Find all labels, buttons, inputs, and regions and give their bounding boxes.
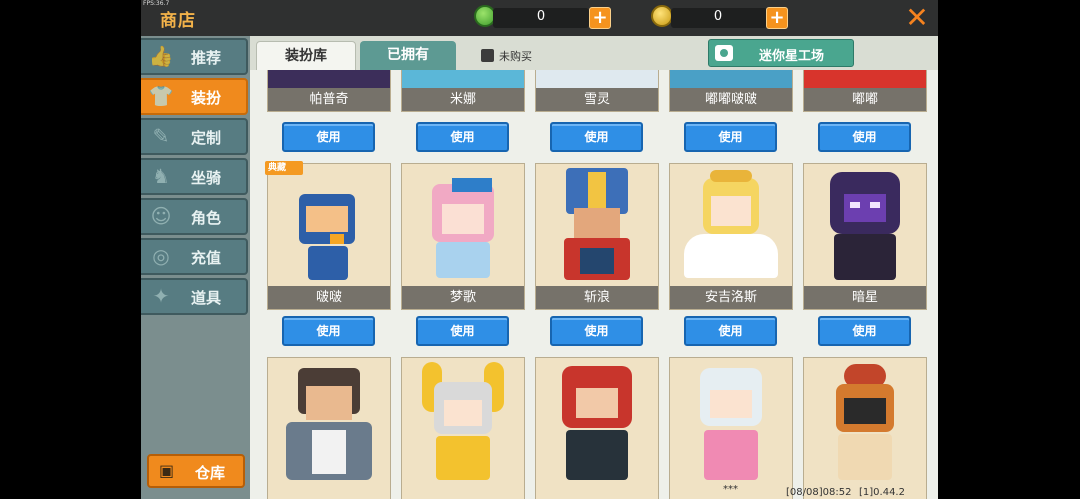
sidebar-item-label: 推荐 bbox=[191, 49, 222, 67]
camera-icon bbox=[715, 45, 733, 61]
mini-bean-add-button[interactable]: + bbox=[589, 7, 611, 29]
outfit-preview bbox=[536, 164, 658, 286]
sidebar-item-props[interactable]: ✦ 道具 bbox=[141, 278, 248, 315]
outfit-preview bbox=[670, 358, 792, 480]
outfit-card[interactable]: 典藏 啵啵 bbox=[265, 161, 391, 310]
outfit-card[interactable] bbox=[401, 357, 525, 499]
use-button[interactable]: 使用 bbox=[282, 122, 375, 152]
use-button[interactable]: 使用 bbox=[550, 316, 643, 346]
mini-workshop-label: 迷你星工场 bbox=[759, 49, 825, 64]
outfit-grid: 帕普奇 米娜 雪灵 嘟嘟啵啵 嘟嘟 使用 使用 使用 使用 使用 典藏 啵啵 梦… bbox=[250, 70, 938, 499]
outfit-name: 嘟嘟啵啵 bbox=[670, 88, 792, 111]
outfit-preview bbox=[670, 70, 792, 88]
outfit-card[interactable] bbox=[669, 357, 793, 499]
sidebar-item-label: 定制 bbox=[191, 129, 222, 147]
outfit-name: 斩浪 bbox=[536, 286, 658, 309]
tab-bar: 装扮库 已拥有 未购买 迷你星工场 bbox=[250, 36, 938, 70]
collection-badge: 典藏 bbox=[265, 161, 303, 175]
close-button[interactable]: ✕ bbox=[901, 2, 933, 34]
pencil-icon: ✎ bbox=[152, 124, 170, 148]
outfit-card[interactable] bbox=[803, 357, 927, 499]
footer-dots: *** bbox=[723, 484, 738, 495]
use-button[interactable]: 使用 bbox=[416, 316, 509, 346]
left-letterbox bbox=[0, 0, 141, 499]
outfit-card[interactable]: 嘟嘟 bbox=[803, 70, 927, 112]
sidebar-item-label: 坐骑 bbox=[191, 169, 222, 187]
outfit-name: 暗星 bbox=[804, 286, 926, 309]
outfit-card[interactable]: 斩浪 bbox=[535, 163, 659, 310]
sidebar-item-label: 装扮 bbox=[191, 89, 222, 107]
outfit-preview bbox=[804, 358, 926, 480]
outfit-card[interactable]: 米娜 bbox=[401, 70, 525, 112]
outfit-preview bbox=[268, 358, 390, 480]
shirt-icon: 👕 bbox=[148, 84, 174, 108]
mini-coin-icon bbox=[651, 5, 673, 27]
use-button[interactable]: 使用 bbox=[282, 316, 375, 346]
outfit-preview bbox=[804, 70, 926, 88]
outfit-preview bbox=[536, 70, 658, 88]
top-bar: FPS:36.7 商店 0 + 0 + ✕ bbox=[141, 0, 938, 36]
coins-icon: ◎ bbox=[152, 244, 170, 268]
use-button[interactable]: 使用 bbox=[684, 122, 777, 152]
sidebar-item-label: 角色 bbox=[191, 209, 222, 227]
outfit-card[interactable] bbox=[535, 357, 659, 499]
unbought-label: 未购买 bbox=[499, 50, 532, 63]
right-letterbox bbox=[938, 0, 1080, 499]
outfit-card[interactable]: 梦歌 bbox=[401, 163, 525, 310]
thumb-icon: 👍 bbox=[148, 44, 174, 68]
use-button[interactable]: 使用 bbox=[550, 122, 643, 152]
category-sidebar: 👍 推荐 👕 装扮 ✎ 定制 ♞ 坐骑 ☺ 角色 ◎ 充值 ✦ 道具 ▣ 仓库 bbox=[141, 36, 250, 499]
sidebar-item-label: 道具 bbox=[191, 289, 222, 307]
warehouse-button[interactable]: ▣ 仓库 bbox=[147, 454, 245, 488]
outfit-preview bbox=[268, 164, 390, 286]
sidebar-item-custom[interactable]: ✎ 定制 bbox=[141, 118, 248, 155]
mini-workshop-button[interactable]: 迷你星工场 bbox=[708, 39, 854, 67]
outfit-card[interactable]: 嘟嘟啵啵 bbox=[669, 70, 793, 112]
outfit-name: 雪灵 bbox=[536, 88, 658, 111]
mini-coin-balance: 0 bbox=[713, 9, 723, 24]
sidebar-item-character[interactable]: ☺ 角色 bbox=[141, 198, 248, 235]
outfit-card[interactable]: 暗星 bbox=[803, 163, 927, 310]
mini-bean-balance: 0 bbox=[536, 9, 546, 24]
use-button[interactable]: 使用 bbox=[416, 122, 509, 152]
outfit-card[interactable]: 帕普奇 bbox=[267, 70, 391, 112]
outfit-name: 啵啵 bbox=[268, 286, 390, 309]
outfit-preview bbox=[670, 164, 792, 286]
outfit-name: 米娜 bbox=[402, 88, 524, 111]
sidebar-item-recommend[interactable]: 👍 推荐 bbox=[141, 38, 248, 75]
use-button[interactable]: 使用 bbox=[818, 122, 911, 152]
person-icon: ☺ bbox=[150, 204, 172, 228]
tools-icon: ✦ bbox=[152, 284, 170, 308]
outfit-name: 梦歌 bbox=[402, 286, 524, 309]
shop-window: FPS:36.7 商店 0 + 0 + ✕ 👍 推荐 👕 装扮 ✎ 定制 ♞ 坐… bbox=[141, 0, 938, 499]
tab-wardrobe[interactable]: 装扮库 bbox=[256, 41, 356, 70]
use-button[interactable]: 使用 bbox=[684, 316, 777, 346]
outfit-preview bbox=[536, 358, 658, 480]
chest-icon: ▣ bbox=[159, 461, 175, 480]
outfit-preview bbox=[402, 164, 524, 286]
sidebar-item-outfit[interactable]: 👕 装扮 bbox=[141, 78, 248, 115]
sidebar-item-label: 充值 bbox=[191, 249, 222, 267]
footer-version: [1]0.44.2 bbox=[859, 487, 905, 498]
warehouse-label: 仓库 bbox=[195, 464, 226, 482]
use-button[interactable]: 使用 bbox=[818, 316, 911, 346]
outfit-name: 帕普奇 bbox=[268, 88, 390, 111]
outfit-name: 安吉洛斯 bbox=[670, 286, 792, 309]
outfit-preview bbox=[804, 164, 926, 286]
unbought-checkbox[interactable] bbox=[481, 49, 494, 62]
outfit-card[interactable]: 雪灵 bbox=[535, 70, 659, 112]
mini-coin-add-button[interactable]: + bbox=[766, 7, 788, 29]
outfit-preview bbox=[402, 70, 524, 88]
outfit-preview bbox=[402, 358, 524, 480]
outfit-name: 嘟嘟 bbox=[804, 88, 926, 111]
outfit-preview bbox=[268, 70, 390, 88]
outfit-card[interactable] bbox=[267, 357, 391, 499]
mount-icon: ♞ bbox=[152, 164, 170, 188]
footer-datetime: [08/08]08:52 bbox=[786, 487, 852, 498]
page-title: 商店 bbox=[160, 11, 196, 31]
tab-owned[interactable]: 已拥有 bbox=[360, 41, 456, 70]
outfit-card[interactable]: 安吉洛斯 bbox=[669, 163, 793, 310]
sidebar-item-mount[interactable]: ♞ 坐骑 bbox=[141, 158, 248, 195]
sidebar-item-recharge[interactable]: ◎ 充值 bbox=[141, 238, 248, 275]
